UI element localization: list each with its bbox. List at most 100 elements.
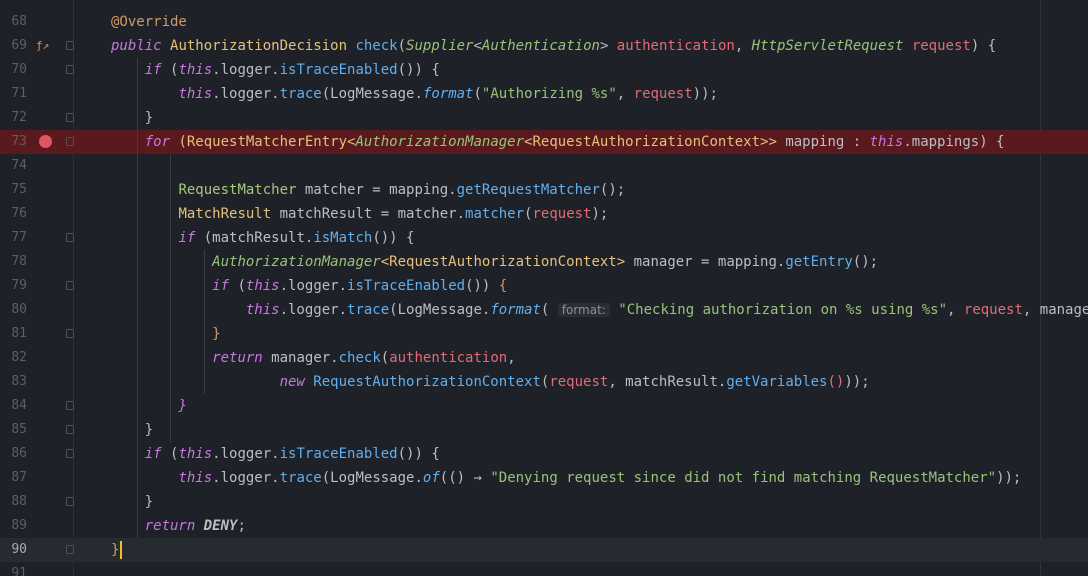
code-line[interactable]: 91 bbox=[0, 562, 1088, 576]
code-token: ()) { bbox=[397, 62, 440, 78]
line-number[interactable]: 68 bbox=[0, 10, 27, 34]
breakpoint-icon[interactable] bbox=[39, 135, 52, 148]
line-number[interactable]: 89 bbox=[0, 514, 27, 538]
line-number[interactable]: 71 bbox=[0, 82, 27, 106]
code-token: check bbox=[338, 350, 381, 366]
line-number[interactable]: 78 bbox=[0, 250, 27, 274]
code-text[interactable]: } bbox=[111, 418, 153, 442]
fold-marker-icon[interactable] bbox=[66, 545, 74, 554]
code-token: manager. bbox=[271, 350, 339, 366]
code-token: this bbox=[178, 86, 213, 102]
code-text[interactable]: AuthorizationManager<RequestAuthorizatio… bbox=[111, 250, 878, 274]
line-number[interactable]: 69 bbox=[0, 34, 27, 58]
code-token: manager = mapping. bbox=[633, 254, 786, 270]
code-text[interactable]: return manager.check(authentication, bbox=[111, 346, 516, 370]
line-number[interactable]: 86 bbox=[0, 442, 27, 466]
fold-marker-icon[interactable] bbox=[66, 449, 74, 458]
code-line[interactable]: 79 if (this.logger.isTraceEnabled()) { bbox=[0, 274, 1088, 298]
code-line[interactable]: 76 MatchResult matchResult = matcher.mat… bbox=[0, 202, 1088, 226]
line-number[interactable]: 70 bbox=[0, 58, 27, 82]
code-text[interactable]: } bbox=[111, 394, 186, 418]
code-text[interactable]: return DENY; bbox=[111, 514, 246, 538]
line-number[interactable]: 76 bbox=[0, 202, 27, 226]
code-editor[interactable]: 68 @Override 69 ƒ↗ public AuthorizationDecis… bbox=[0, 0, 1088, 576]
line-number[interactable]: 90 bbox=[0, 538, 27, 562]
code-line[interactable]: 88 } bbox=[0, 490, 1088, 514]
code-line[interactable]: 71 this.logger.trace(LogMessage.format("… bbox=[0, 82, 1088, 106]
code-text[interactable]: MatchResult matchResult = matcher.matche… bbox=[111, 202, 608, 226]
fold-marker-icon[interactable] bbox=[66, 65, 74, 74]
code-text[interactable]: this.logger.trace(LogMessage.of(() → "De… bbox=[111, 466, 1021, 490]
code-text[interactable]: this.logger.trace(LogMessage.format( for… bbox=[111, 298, 1088, 322]
code-line[interactable]: 90} bbox=[0, 538, 1088, 562]
code-text[interactable]: if (matchResult.isMatch()) { bbox=[111, 226, 414, 250]
fold-marker-icon[interactable] bbox=[66, 41, 74, 50]
line-number[interactable]: 74 bbox=[0, 154, 27, 178]
code-text[interactable]: public AuthorizationDecision check(Suppl… bbox=[111, 34, 996, 58]
code-text[interactable]: this.logger.trace(LogMessage.format("Aut… bbox=[111, 82, 718, 106]
line-number[interactable]: 91 bbox=[0, 562, 27, 576]
code-line[interactable]: 74 bbox=[0, 154, 1088, 178]
code-token: .logger. bbox=[212, 86, 280, 102]
fold-marker-icon[interactable] bbox=[66, 329, 74, 338]
code-text[interactable]: RequestMatcher matcher = mapping.getRequ… bbox=[111, 178, 625, 202]
code-line[interactable]: 86 if (this.logger.isTraceEnabled()) { bbox=[0, 442, 1088, 466]
fold-marker-icon[interactable] bbox=[66, 281, 74, 290]
code-token: trace bbox=[347, 302, 390, 318]
code-token: ); bbox=[591, 206, 609, 222]
code-line[interactable]: 82 return manager.check(authentication, bbox=[0, 346, 1088, 370]
code-token: } bbox=[111, 494, 154, 510]
code-line[interactable]: 73 for (RequestMatcherEntry<Authorizatio… bbox=[0, 130, 1088, 154]
line-number[interactable]: 83 bbox=[0, 370, 27, 394]
line-number[interactable]: 72 bbox=[0, 106, 27, 130]
line-number[interactable]: 73 bbox=[0, 130, 27, 154]
code-line[interactable]: 68 @Override bbox=[0, 10, 1088, 34]
code-text[interactable]: if (this.logger.isTraceEnabled()) { bbox=[111, 58, 440, 82]
fold-marker-icon[interactable] bbox=[66, 137, 74, 146]
code-text[interactable]: } bbox=[111, 490, 153, 514]
code-line[interactable]: 75 RequestMatcher matcher = mapping.getR… bbox=[0, 178, 1088, 202]
line-number[interactable]: 77 bbox=[0, 226, 27, 250]
code-line[interactable]: 70 if (this.logger.isTraceEnabled()) { bbox=[0, 58, 1088, 82]
fold-marker-icon[interactable] bbox=[66, 233, 74, 242]
fold-marker-icon[interactable] bbox=[66, 113, 74, 122]
code-token: AuthorizationDecision bbox=[170, 38, 356, 54]
code-token: if bbox=[144, 446, 171, 462]
line-number[interactable]: 79 bbox=[0, 274, 27, 298]
fold-marker-icon[interactable] bbox=[66, 497, 74, 506]
code-token: this bbox=[178, 446, 213, 462]
line-number[interactable]: 87 bbox=[0, 466, 27, 490]
fold-marker-icon[interactable] bbox=[66, 401, 74, 410]
code-line[interactable]: 89 return DENY; bbox=[0, 514, 1088, 538]
code-line[interactable]: 87 this.logger.trace(LogMessage.of(() → … bbox=[0, 466, 1088, 490]
code-line[interactable]: 72 } bbox=[0, 106, 1088, 130]
line-number[interactable]: 80 bbox=[0, 298, 27, 322]
override-method-icon[interactable]: ƒ↗ bbox=[36, 34, 49, 58]
line-number[interactable]: 81 bbox=[0, 322, 27, 346]
line-number[interactable]: 88 bbox=[0, 490, 27, 514]
code-text[interactable]: for (RequestMatcherEntry<AuthorizationMa… bbox=[111, 130, 1005, 154]
line-number[interactable]: 85 bbox=[0, 418, 27, 442]
line-number[interactable]: 84 bbox=[0, 394, 27, 418]
code-text[interactable]: new RequestAuthorizationContext(request,… bbox=[111, 370, 870, 394]
line-number[interactable]: 75 bbox=[0, 178, 27, 202]
code-line[interactable]: 83 new RequestAuthorizationContext(reque… bbox=[0, 370, 1088, 394]
code-line[interactable]: 80 this.logger.trace(LogMessage.format( … bbox=[0, 298, 1088, 322]
code-line[interactable]: 77 if (matchResult.isMatch()) { bbox=[0, 226, 1088, 250]
code-token: )); bbox=[844, 374, 870, 390]
line-number[interactable]: 82 bbox=[0, 346, 27, 370]
code-text[interactable]: } bbox=[111, 106, 153, 130]
code-line[interactable]: 85 } bbox=[0, 418, 1088, 442]
code-text[interactable]: } bbox=[111, 538, 123, 562]
code-line[interactable]: 78 AuthorizationManager<RequestAuthoriza… bbox=[0, 250, 1088, 274]
code-line[interactable]: 81 } bbox=[0, 322, 1088, 346]
code-token: request bbox=[532, 206, 592, 222]
code-token: "Denying request since did not find matc… bbox=[490, 470, 997, 486]
code-line[interactable]: 69 ƒ↗ public AuthorizationDecision check(S… bbox=[0, 34, 1088, 58]
fold-marker-icon[interactable] bbox=[66, 425, 74, 434]
code-line[interactable]: 84 } bbox=[0, 394, 1088, 418]
code-token: RequestAuthorizationContext bbox=[313, 374, 541, 390]
code-text[interactable]: if (this.logger.isTraceEnabled()) { bbox=[111, 442, 440, 466]
code-text[interactable]: @Override bbox=[111, 10, 187, 34]
